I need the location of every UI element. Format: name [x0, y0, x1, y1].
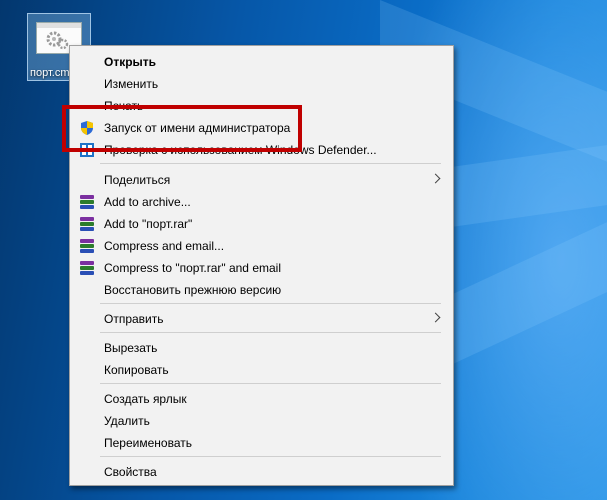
- menu-item-restore-previous[interactable]: Восстановить прежнюю версию: [70, 279, 453, 301]
- winrar-icon: [79, 238, 95, 254]
- menu-item-compress-email[interactable]: Compress and email...: [70, 235, 453, 257]
- menu-item-label: Открыть: [104, 55, 157, 69]
- menu-separator: [100, 383, 441, 384]
- winrar-icon: [79, 216, 95, 232]
- menu-item-label: Поделиться: [104, 173, 171, 187]
- menu-item-send-to[interactable]: Отправить: [70, 308, 453, 330]
- menu-item-label: Переименовать: [104, 436, 192, 450]
- desktop-file-label: порт.cm: [30, 67, 70, 79]
- menu-item-label: Создать ярлык: [104, 392, 187, 406]
- menu-item-label: Изменить: [104, 77, 159, 91]
- menu-item-label: Копировать: [104, 363, 169, 377]
- menu-item-cut[interactable]: Вырезать: [70, 337, 453, 359]
- menu-item-label: Add to "порт.rar": [104, 217, 193, 231]
- chevron-right-icon: [430, 173, 441, 184]
- wallpaper-light-beam: [430, 139, 607, 230]
- menu-separator: [100, 163, 441, 164]
- menu-item-create-shortcut[interactable]: Создать ярлык: [70, 388, 453, 410]
- menu-item-share[interactable]: Поделиться: [70, 169, 453, 191]
- menu-item-properties[interactable]: Свойства: [70, 461, 453, 483]
- desktop: { "desktop": { "file_label": "порт.cm" }…: [0, 0, 607, 500]
- menu-item-copy[interactable]: Копировать: [70, 359, 453, 381]
- menu-item-edit[interactable]: Изменить: [70, 73, 453, 95]
- menu-separator: [100, 332, 441, 333]
- menu-separator: [100, 456, 441, 457]
- menu-item-label: Свойства: [104, 465, 157, 479]
- menu-item-label: Add to archive...: [104, 195, 191, 209]
- menu-item-rename[interactable]: Переименовать: [70, 432, 453, 454]
- menu-item-label: Восстановить прежнюю версию: [104, 283, 282, 297]
- menu-item-compress-rar-email[interactable]: Compress to "порт.rar" and email: [70, 257, 453, 279]
- menu-item-open[interactable]: Открыть: [70, 51, 453, 73]
- menu-item-delete[interactable]: Удалить: [70, 410, 453, 432]
- menu-item-label: Вырезать: [104, 341, 158, 355]
- chevron-right-icon: [430, 312, 441, 323]
- menu-item-label: Удалить: [104, 414, 150, 428]
- menu-item-add-to-archive[interactable]: Add to archive...: [70, 191, 453, 213]
- menu-item-add-to-rar[interactable]: Add to "порт.rar": [70, 213, 453, 235]
- highlight-annotation: [62, 105, 302, 152]
- menu-item-label: Compress to "порт.rar" and email: [104, 261, 281, 275]
- menu-separator: [100, 303, 441, 304]
- winrar-icon: [79, 194, 95, 210]
- menu-item-label: Отправить: [104, 312, 164, 326]
- winrar-icon: [79, 260, 95, 276]
- menu-item-label: Compress and email...: [104, 239, 225, 253]
